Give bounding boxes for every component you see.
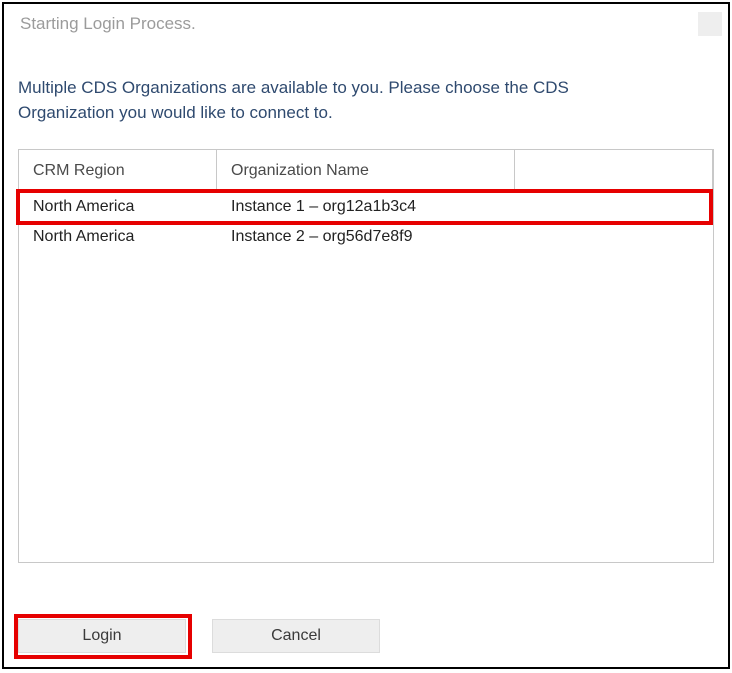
table-row[interactable]: North America Instance 1 – org12a1b3c4	[19, 192, 713, 222]
header-organization-name[interactable]: Organization Name	[217, 150, 515, 191]
org-grid: CRM Region Organization Name North Ameri…	[18, 149, 714, 563]
cell-region: North America	[19, 228, 217, 246]
cell-org: Instance 2 – org56d7e8f9	[217, 228, 713, 246]
grid-header: CRM Region Organization Name	[19, 150, 713, 192]
dialog-title: Starting Login Process.	[20, 14, 196, 34]
cell-region: North America	[19, 198, 217, 216]
close-button[interactable]	[698, 12, 722, 36]
header-crm-region[interactable]: CRM Region	[19, 150, 217, 191]
login-button[interactable]: Login	[18, 619, 186, 653]
dialog-content: Multiple CDS Organizations are available…	[4, 44, 728, 607]
cancel-button[interactable]: Cancel	[212, 619, 380, 653]
grid-body: North America Instance 1 – org12a1b3c4 N…	[19, 192, 713, 252]
instruction-text: Multiple CDS Organizations are available…	[18, 76, 658, 125]
login-dialog: Starting Login Process. Multiple CDS Org…	[2, 2, 730, 669]
button-row: Login Cancel	[4, 607, 728, 667]
titlebar: Starting Login Process.	[4, 4, 728, 44]
org-grid-wrap: CRM Region Organization Name North Ameri…	[18, 149, 714, 607]
table-row[interactable]: North America Instance 2 – org56d7e8f9	[19, 222, 713, 252]
cell-org: Instance 1 – org12a1b3c4	[217, 198, 713, 216]
header-spacer	[515, 150, 713, 191]
